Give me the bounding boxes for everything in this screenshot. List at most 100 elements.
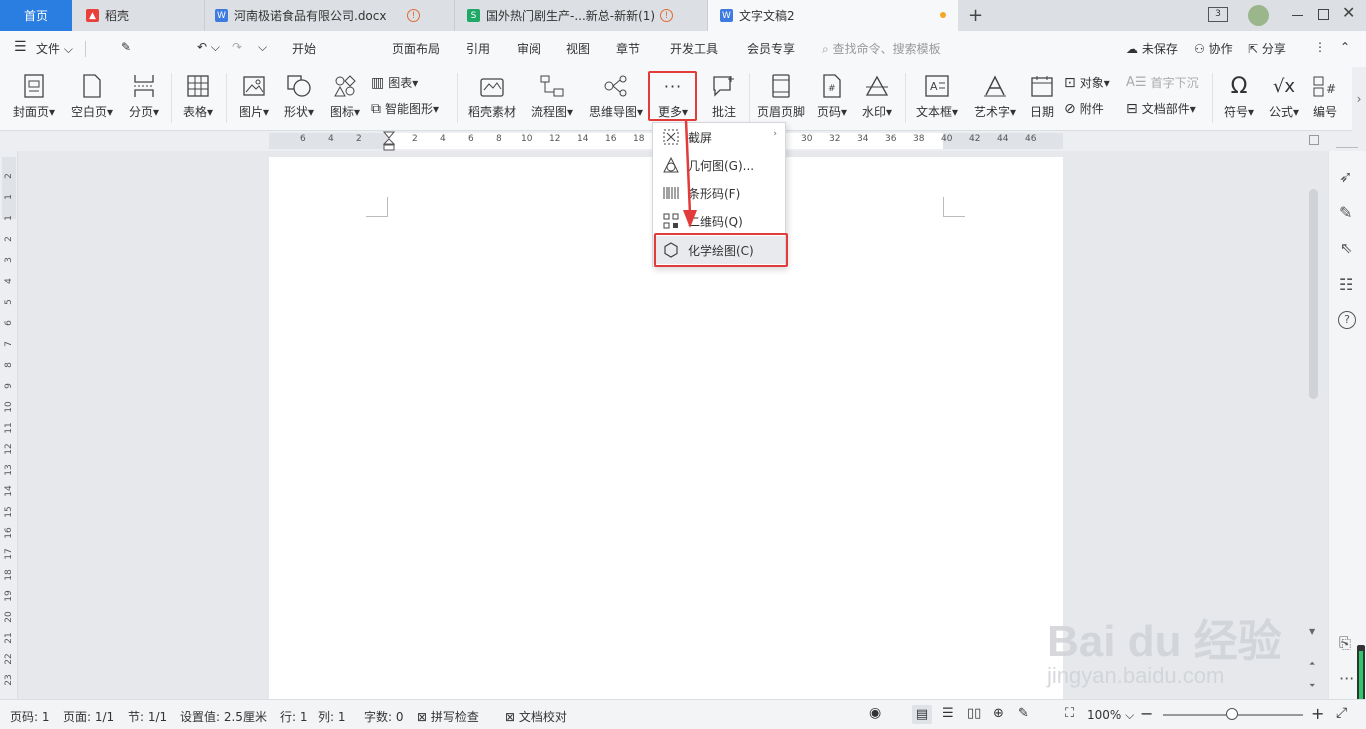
collab-button[interactable]: ⚇ 协作 [1194,40,1233,57]
zoom-level[interactable]: 100% ⌵ [1087,708,1134,723]
rocket-icon[interactable]: ➶ [1339,167,1352,186]
ribbon-scroll-right-button[interactable]: › [1352,67,1366,131]
doc-proof-button[interactable]: ⊠ 文档校对 [505,708,567,725]
cover-page-button[interactable]: 封面页▾ [10,67,58,131]
more-options-icon[interactable]: ⋮ [1314,40,1326,54]
ruler-tick: 8 [496,134,502,144]
textbox-icon: A [925,75,949,97]
menu-item-qrcode[interactable]: 二维码(Q) [653,207,785,235]
ruler-corner-icon[interactable] [1309,135,1319,145]
help-icon[interactable]: ? [1338,311,1356,329]
formula-button[interactable]: √x 公式▾ [1264,67,1304,131]
fit-page-icon[interactable]: ⛶ [1065,706,1074,721]
watermark-button[interactable]: 水印▾ [857,67,897,131]
spell-check-button[interactable]: ⊠ 拼写检查 [417,708,479,725]
page-break-button[interactable]: 分页▾ [124,67,164,131]
menu-tab-dev[interactable]: 开发工具 [670,40,718,57]
select-cursor-icon[interactable]: ⇖ [1340,239,1353,257]
outline-view-icon[interactable]: ☰ [942,706,954,721]
formula-icon: √x [1272,75,1296,97]
attachment-button[interactable]: ⊘ 附件 [1064,100,1104,117]
menu-tab-chapter[interactable]: 章节 [616,40,640,57]
window-count-button[interactable]: 3 [1208,7,1228,22]
tab-active-doc[interactable]: W 文字文稿2 [708,0,958,31]
numbering-button[interactable]: # 编号 [1308,67,1342,131]
flowchart-button[interactable]: 流程图▾ [528,67,576,131]
menu-file-label: 文件 [36,42,61,56]
unsaved-button[interactable]: ☁ 未保存 [1126,40,1178,57]
chart-button[interactable]: ▥ 图表 ▾ [371,74,418,91]
table-button[interactable]: 表格▾ [178,67,218,131]
indent-marker-icon[interactable] [383,131,395,151]
zoom-in-button[interactable]: + [1311,704,1324,723]
vruler-tick: 2 [4,236,14,242]
tab-doc-henan[interactable]: W 河南极诺食品有限公司.docx ! [205,0,455,31]
vertical-scrollbar[interactable]: ▼ ⏶ ⏷ [1305,151,1323,699]
object-button[interactable]: ⊡ 对象 ▾ [1064,74,1110,91]
symbol-button[interactable]: Ω 符号▾ [1218,67,1260,131]
menu-tab-review[interactable]: 审阅 [517,40,541,57]
tab-sheet[interactable]: S 国外热门剧生产-...新总-新新(1) ! [455,0,708,31]
quick-access-dropdown-icon[interactable]: ⌵ [258,40,267,55]
eye-protection-icon[interactable]: ◉ [869,705,881,721]
next-page-icon[interactable]: ⏷ [1309,681,1315,691]
menu-item-barcode[interactable]: 条形码(F) [653,179,785,207]
zoom-out-button[interactable]: − [1140,704,1153,723]
date-button[interactable]: 日期 [1026,67,1058,131]
separator [905,73,906,123]
menu-tab-member[interactable]: 会员专享 [747,40,795,57]
scrollbar-thumb[interactable] [1309,189,1318,399]
minimize-icon[interactable] [1292,15,1303,16]
hamburger-menu-icon[interactable]: ☰ [14,39,27,55]
menu-file[interactable]: 文件 ⌵ [36,40,73,57]
prev-page-icon[interactable]: ⏶ [1309,659,1315,669]
settings-sliders-icon[interactable]: ☷ [1339,275,1353,294]
wordart-button[interactable]: 艺术字▾ [970,67,1020,131]
textbox-button[interactable]: A 文本框▾ [912,67,962,131]
menu-tab-reference[interactable]: 引用 [466,40,490,57]
format-painter-icon[interactable]: ✎ [121,40,131,54]
command-search[interactable]: ⌕ 查找命令、搜索模板 [822,40,941,57]
menu-tab-view[interactable]: 视图 [566,40,590,57]
undo-icon[interactable]: ↶ ⌵ [197,40,220,55]
vruler-tick: 9 [4,383,14,389]
status-words[interactable]: 字数: 0 [364,708,404,725]
fullscreen-icon[interactable]: ⤢ [1336,705,1347,721]
web-view-icon[interactable]: ⊕ [993,706,1004,721]
page-view-icon[interactable]: ▤ [912,705,932,724]
menu-item-geometry[interactable]: 几何图(G)... [653,151,785,179]
docpart-button[interactable]: ⊟ 文档部件 ▾ [1126,100,1196,117]
close-icon[interactable]: ✕ [1342,3,1355,22]
status-setting[interactable]: 设置值: 2.5厘米 [180,708,267,725]
svg-text:#: # [1326,82,1336,96]
separator [171,73,172,123]
shape-button[interactable]: 形状▾ [279,67,319,131]
page-number-button[interactable]: # 页码▾ [812,67,852,131]
tab-docer[interactable]: ▲ 稻壳 [72,0,205,31]
menu-tab-start[interactable]: 开始 [292,40,316,57]
mindmap-button[interactable]: 思维导图▾ [586,67,646,131]
table-label: 表格 [182,105,207,119]
share-button[interactable]: ⇱ 分享 [1248,40,1286,57]
wordart-label: 艺术字 [973,105,1010,119]
docer-material-button[interactable]: 稻壳素材 [466,67,518,131]
collapse-ribbon-icon[interactable]: ⌃ [1340,40,1350,54]
document-search-icon[interactable]: ⎘ [1339,634,1351,652]
icons-button[interactable]: 图标▾ [325,67,365,131]
restore-icon[interactable] [1318,9,1329,20]
smart-graphic-button[interactable]: ⧉ 智能图形 ▾ [371,100,439,117]
picture-button[interactable]: 图片▾ [234,67,274,131]
reading-view-icon[interactable]: ▯▯ [967,706,981,721]
blank-page-button[interactable]: 空白页▾ [68,67,116,131]
user-avatar[interactable] [1248,5,1269,26]
scroll-down-icon[interactable]: ▼ [1309,627,1315,636]
more-dots-icon[interactable]: ··· [1339,669,1354,688]
redo-icon[interactable]: ↷ [232,40,242,54]
zoom-slider-thumb[interactable] [1226,708,1238,720]
tab-home[interactable]: 首页 [0,0,72,31]
writing-mode-icon[interactable]: ✎ [1018,706,1029,721]
pen-icon[interactable]: ✎ [1339,203,1352,222]
menu-tab-layout[interactable]: 页面布局 [392,40,440,57]
menu-item-screenshot[interactable]: 截屏 › [653,123,785,151]
new-tab-button[interactable]: + [968,5,983,26]
